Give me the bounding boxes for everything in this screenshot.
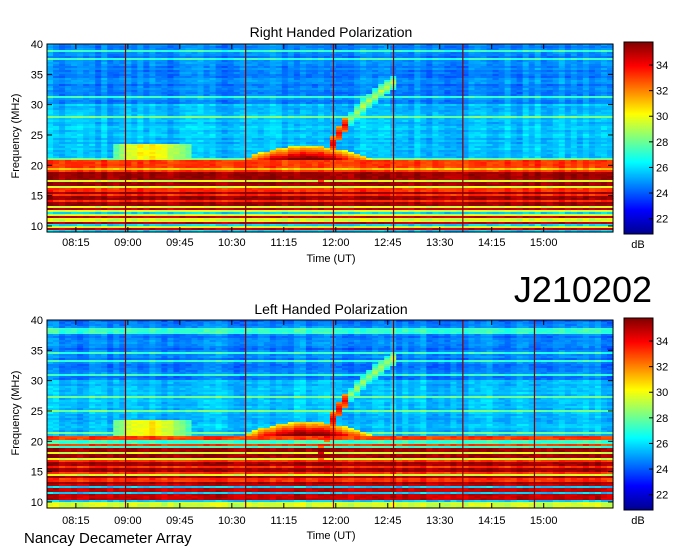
chart-title: Right Handed Polarization	[250, 24, 413, 40]
figure: Right Handed Polarization 08:15 09:00 09:4…	[10, 24, 668, 547]
spectrogram-plot	[47, 44, 614, 233]
panel-right-polarization: Right Handed Polarization 08:15 09:00 09:4…	[10, 24, 668, 265]
